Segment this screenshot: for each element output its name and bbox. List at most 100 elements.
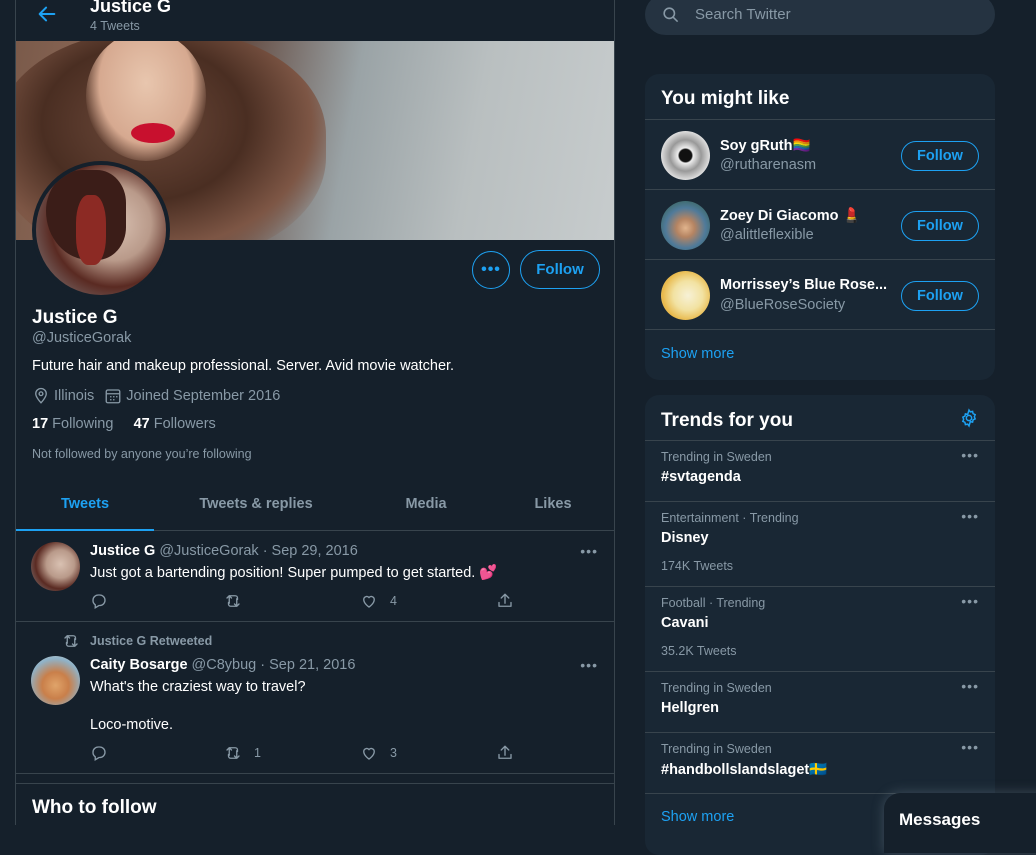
- tab-tweets[interactable]: Tweets: [16, 481, 154, 531]
- tweet-header: Justice G @JusticeGorak · Sep 29, 2016: [90, 543, 358, 559]
- tweet-author-handle: @JusticeGorak: [159, 543, 259, 559]
- trend-item[interactable]: Trending in Sweden #handbollslandslaget🇸…: [645, 732, 995, 793]
- who-to-follow-section: Who to follow: [16, 783, 614, 833]
- suggested-user-avatar[interactable]: [661, 131, 710, 180]
- share-button[interactable]: [496, 744, 526, 762]
- trend-item[interactable]: Football · Trending Cavani 35.2K Tweets …: [645, 586, 995, 671]
- follow-button[interactable]: Follow: [901, 281, 979, 311]
- show-more-link[interactable]: Show more: [661, 346, 734, 362]
- tweet-date[interactable]: · Sep 21, 2016: [260, 657, 355, 673]
- trend-count: 35.2K Tweets: [661, 644, 737, 658]
- search-input[interactable]: [695, 2, 975, 26]
- suggested-user-name[interactable]: Soy gRuth🏳️‍🌈: [720, 137, 890, 154]
- not-followed-note: Not followed by anyone you’re following: [32, 447, 252, 461]
- tweet-actions: 4: [90, 592, 530, 612]
- trend-more-icon[interactable]: •••: [961, 508, 979, 524]
- retweet-icon: [226, 747, 240, 759]
- retweet-button[interactable]: 1: [224, 744, 261, 762]
- trends-card: Trends for you Trending in Sweden #svtag…: [645, 395, 995, 855]
- tweet-author-name[interactable]: Justice G: [90, 543, 155, 559]
- avatar-highlight-shape: [76, 195, 106, 265]
- heart-icon: [363, 595, 375, 608]
- retweet-icon: [64, 635, 78, 647]
- retweeted-by-label[interactable]: Justice G Retweeted: [90, 634, 212, 648]
- tweet[interactable]: Justice G Retweeted Caity Bosarge @C8ybu…: [16, 622, 614, 774]
- like-button[interactable]: 3: [360, 744, 397, 762]
- trend-context: Entertainment · Trending: [661, 511, 799, 525]
- tweet-text: Just got a bartending position! Super pu…: [90, 565, 498, 581]
- suggested-user-avatar[interactable]: [661, 201, 710, 250]
- tweet-date[interactable]: · Sep 29, 2016: [263, 543, 358, 559]
- like-count: 4: [390, 594, 397, 608]
- card-divider: [645, 329, 995, 330]
- trend-item[interactable]: Entertainment · Trending Disney 174K Twe…: [645, 501, 995, 586]
- tab-media[interactable]: Media: [386, 481, 466, 531]
- suggested-user-avatar[interactable]: [661, 271, 710, 320]
- share-icon: [498, 745, 512, 759]
- like-count: 3: [390, 746, 397, 760]
- heart-icon: [363, 747, 375, 760]
- retweet-count: 1: [254, 746, 261, 760]
- suggested-user-handle: @BlueRoseSociety: [720, 297, 846, 313]
- suggested-user-name[interactable]: Zoey Di Giacomo 💄: [720, 207, 890, 224]
- profile-header: Justice G 4 Tweets: [16, 0, 614, 41]
- trends-title: Trends for you: [661, 410, 793, 431]
- profile-more-button[interactable]: •••: [472, 251, 510, 289]
- profile-name: Justice G: [32, 307, 118, 328]
- trend-name: Hellgren: [661, 700, 720, 716]
- reply-button[interactable]: [90, 744, 120, 762]
- search-icon: [663, 7, 679, 23]
- share-button[interactable]: [496, 592, 526, 610]
- tab-likes[interactable]: Likes: [516, 481, 590, 531]
- suggested-user-handle: @rutharenasm: [720, 157, 817, 173]
- reply-button[interactable]: [90, 592, 120, 610]
- suggested-user[interactable]: Zoey Di Giacomo 💄 @alittleflexible Follo…: [645, 189, 995, 259]
- trend-more-icon[interactable]: •••: [961, 739, 979, 755]
- tweet-avatar[interactable]: [31, 656, 80, 705]
- search-box[interactable]: [645, 0, 995, 35]
- profile-follow-stats: 17 Following 47 Followers: [32, 416, 216, 432]
- retweet-button[interactable]: [224, 592, 254, 610]
- tab-tweets-replies[interactable]: Tweets & replies: [178, 481, 334, 531]
- suggested-user-handle: @alittleflexible: [720, 227, 814, 243]
- retweet-icon: [226, 595, 240, 607]
- tweet-more-icon[interactable]: •••: [580, 657, 598, 673]
- like-button[interactable]: 4: [360, 592, 397, 610]
- follow-button[interactable]: Follow: [901, 141, 979, 171]
- tweet-more-icon[interactable]: •••: [580, 543, 598, 559]
- trend-name: #handbollslandslaget🇸🇪: [661, 762, 828, 778]
- suggested-user[interactable]: Morrissey’s Blue Rose... @BlueRoseSociet…: [645, 259, 995, 329]
- profile-avatar[interactable]: [32, 161, 170, 299]
- messages-drawer[interactable]: Messages: [884, 793, 1036, 853]
- following-link[interactable]: 17 Following: [32, 416, 113, 432]
- trend-more-icon[interactable]: •••: [961, 678, 979, 694]
- suggested-user-name[interactable]: Morrissey’s Blue Rose...: [720, 277, 890, 293]
- followers-link[interactable]: 47 Followers: [134, 416, 216, 432]
- tweet-avatar[interactable]: [31, 542, 80, 591]
- profile-joined: Joined September 2016: [126, 388, 281, 404]
- tweet[interactable]: Justice G @JusticeGorak · Sep 29, 2016 •…: [16, 531, 614, 622]
- trend-item[interactable]: Trending in Sweden Hellgren •••: [645, 671, 995, 732]
- trend-item[interactable]: Trending in Sweden #svtagenda •••: [645, 440, 995, 501]
- trend-context: Trending in Sweden: [661, 450, 772, 464]
- calendar-icon: [105, 389, 121, 404]
- header-title: Justice G: [90, 0, 172, 16]
- header-tweet-count: 4 Tweets: [90, 19, 140, 33]
- trend-more-icon[interactable]: •••: [961, 447, 979, 463]
- profile-bio: Future hair and makeup professional. Ser…: [32, 358, 455, 374]
- follow-button[interactable]: Follow: [901, 211, 979, 241]
- tweet-actions: 1 3: [90, 744, 530, 764]
- trend-more-icon[interactable]: •••: [961, 593, 979, 609]
- trend-count: 174K Tweets: [661, 559, 734, 573]
- tweet-author-name[interactable]: Caity Bosarge: [90, 657, 188, 673]
- back-arrow-icon[interactable]: [36, 3, 58, 25]
- suggested-user[interactable]: Soy gRuth🏳️‍🌈 @rutharenasm Follow: [645, 119, 995, 189]
- profile-column: Justice G 4 Tweets ••• Follow Justice G …: [15, 0, 615, 825]
- who-to-follow-title: Who to follow: [32, 797, 157, 818]
- gear-icon[interactable]: [959, 408, 979, 428]
- trend-context: Trending in Sweden: [661, 681, 772, 695]
- profile-follow-button[interactable]: Follow: [520, 250, 600, 289]
- messages-title: Messages: [899, 810, 981, 829]
- show-more-link[interactable]: Show more: [661, 809, 734, 825]
- trend-name: Disney: [661, 530, 709, 546]
